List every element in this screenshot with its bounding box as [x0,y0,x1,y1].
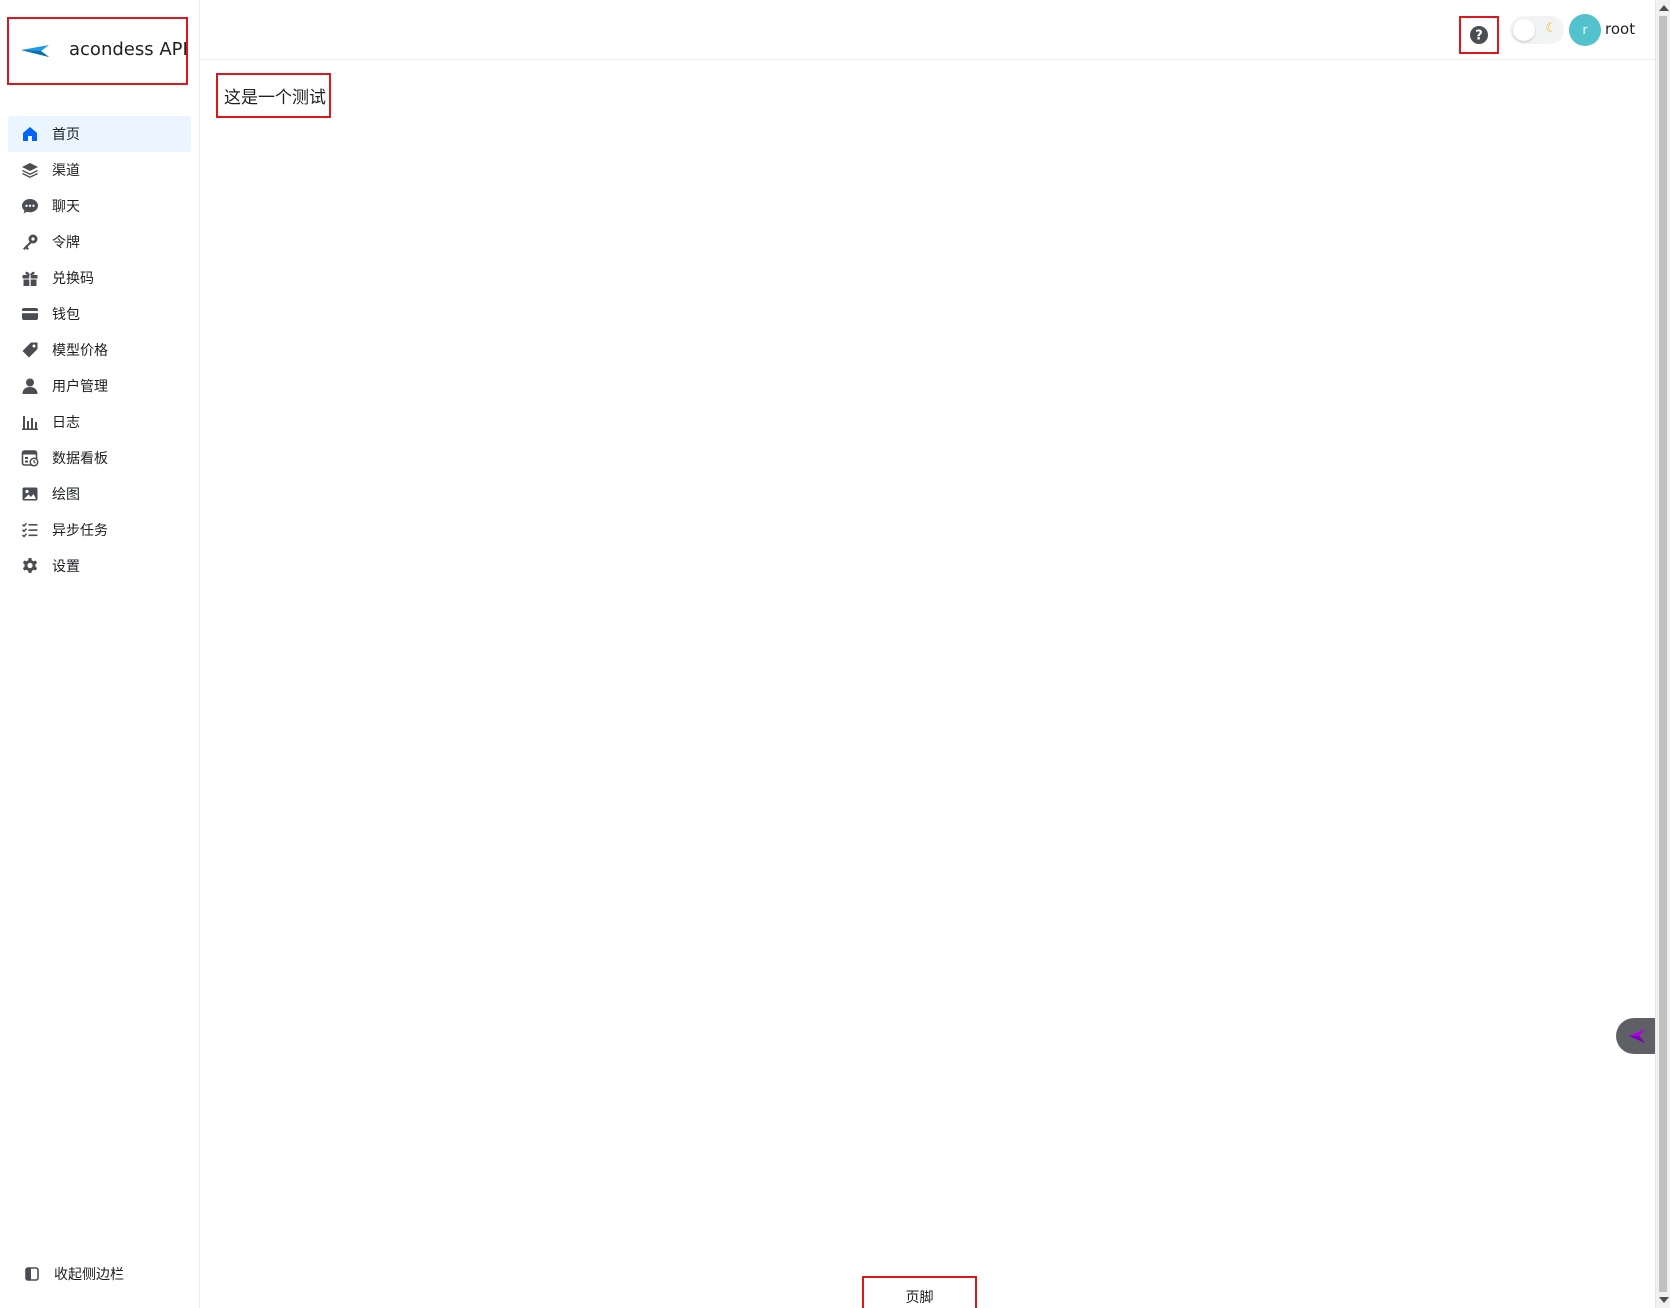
sidebar-item-label: 聊天 [52,199,80,215]
top-header: ? ☾ r root [200,0,1655,60]
sidebar-item-2[interactable]: 聊天 [8,188,191,224]
sidebar-item-label: 模型价格 [52,343,108,359]
dashboard-icon [20,448,40,468]
image-icon [20,484,40,504]
scroll-thumb[interactable] [1659,16,1667,1292]
scroll-down-icon[interactable] [1659,1297,1669,1303]
sidebar-item-label: 数据看板 [52,451,108,467]
svg-text:?: ? [1475,29,1483,44]
gift-icon [20,268,40,288]
layers-icon [20,160,40,180]
scroll-up-icon[interactable] [1659,5,1669,11]
tag-icon [20,340,40,360]
sidebar-item-0[interactable]: 首页 [8,116,191,152]
brand-logo-icon [21,45,49,57]
collapse-sidebar-button[interactable]: 收起侧边栏 [22,1264,124,1284]
key-icon [20,232,40,252]
brand-logo-link[interactable]: acondess API [7,17,188,85]
sidebar-item-9[interactable]: 数据看板 [8,440,191,476]
avatar[interactable]: r [1569,14,1601,46]
sidebar-toggle-icon [22,1264,42,1284]
home-icon [20,124,40,144]
sidebar-item-5[interactable]: 钱包 [8,296,191,332]
sidebar-item-label: 首页 [52,127,80,143]
sidebar-item-7[interactable]: 用户管理 [8,368,191,404]
sidebar-item-8[interactable]: 日志 [8,404,191,440]
page-content-text: 这是一个测试 [216,73,331,118]
sidebar-item-label: 绘图 [52,487,80,503]
sidebar-item-label: 兑换码 [52,271,94,287]
bar-chart-icon [20,412,40,432]
brand-name: acondess API [69,39,188,60]
sidebar-nav: 首页渠道聊天令牌兑换码钱包模型价格用户管理日志数据看板绘图异步任务设置 [8,116,191,584]
collapse-sidebar-label: 收起侧边栏 [54,1267,124,1283]
theme-toggle[interactable]: ☾ [1510,16,1564,44]
username[interactable]: root [1605,20,1635,38]
assistant-logo-icon [1629,1029,1645,1043]
footer-text: 页脚 [862,1276,977,1308]
floating-assistant-button[interactable] [1616,1018,1656,1054]
sidebar-item-label: 日志 [52,415,80,431]
sidebar-item-4[interactable]: 兑换码 [8,260,191,296]
sidebar-item-10[interactable]: 绘图 [8,476,191,512]
sidebar-item-6[interactable]: 模型价格 [8,332,191,368]
sidebar-item-label: 渠道 [52,163,80,179]
sidebar-item-label: 钱包 [52,307,80,323]
user-icon [20,376,40,396]
chat-icon [20,196,40,216]
sidebar-item-12[interactable]: 设置 [8,548,191,584]
moon-icon: ☾ [1545,21,1557,36]
help-icon: ? [1470,26,1488,44]
sidebar-item-3[interactable]: 令牌 [8,224,191,260]
sidebar-item-1[interactable]: 渠道 [8,152,191,188]
sidebar-item-label: 异步任务 [52,523,108,539]
checklist-icon [20,520,40,540]
sidebar-item-11[interactable]: 异步任务 [8,512,191,548]
sidebar-item-label: 令牌 [52,235,80,251]
help-button[interactable]: ? [1459,16,1499,54]
toggle-knob [1513,19,1535,41]
sidebar: acondess API 首页渠道聊天令牌兑换码钱包模型价格用户管理日志数据看板… [0,0,200,1308]
sidebar-item-label: 设置 [52,559,80,575]
gear-icon [20,556,40,576]
page-scrollbar[interactable] [1655,0,1670,1308]
card-icon [20,304,40,324]
sidebar-item-label: 用户管理 [52,379,108,395]
